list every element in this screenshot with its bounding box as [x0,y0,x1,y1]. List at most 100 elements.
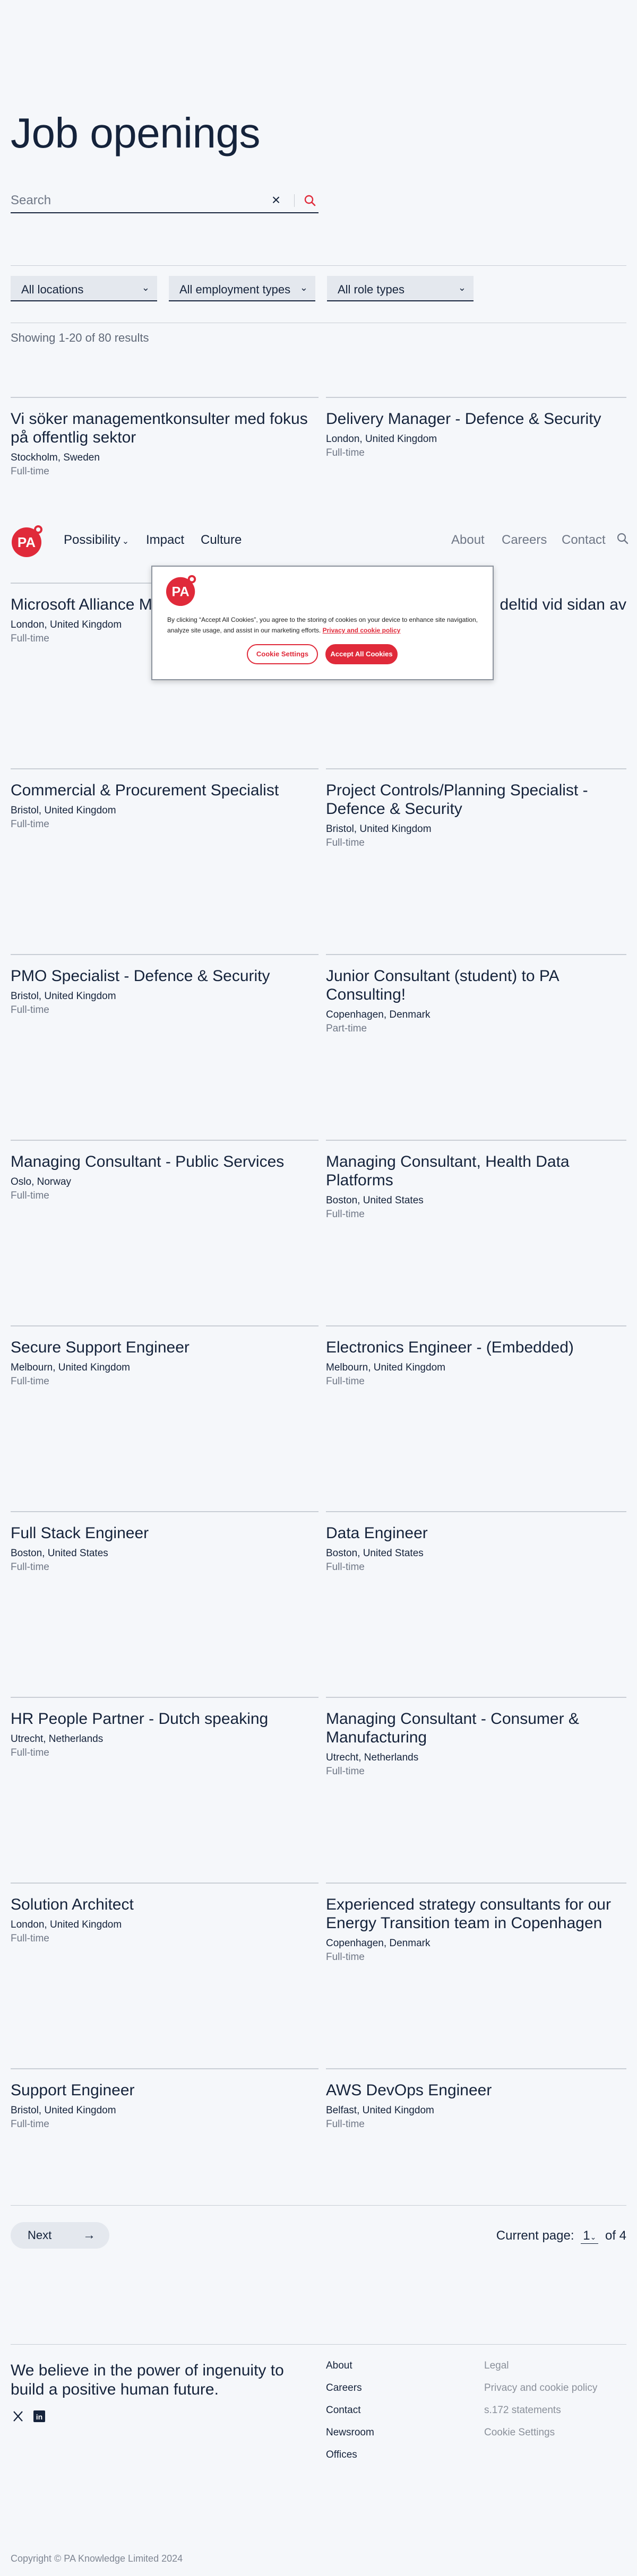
close-icon[interactable]: × [268,191,284,210]
job-location: Melbourn, United Kingdom [326,1362,445,1373]
page-select[interactable]: 1⌄ [581,2228,599,2244]
filter-label: All locations [21,283,84,296]
job-title: Delivery Manager - Defence & Security [326,410,601,428]
footer-link-about[interactable]: About [326,2355,374,2377]
accept-cookies-button[interactable]: Accept All Cookies [325,644,398,664]
job-location: Bristol, United Kingdom [11,805,116,816]
job-card[interactable]: HR People Partner - Dutch speaking Utrec… [11,1697,318,1759]
job-location: Utrecht, Netherlands [326,1752,419,1763]
linkedin-icon[interactable]: in [33,2410,47,2424]
job-location: Copenhagen, Denmark [326,1938,431,1949]
job-location: Utrecht, Netherlands [11,1733,104,1745]
footer-link-offices[interactable]: Offices [326,2444,374,2466]
job-card[interactable]: Electronics Engineer - (Embedded) Melbou… [326,1325,626,1387]
job-card[interactable]: Commercial & Procurement Specialist Bris… [11,768,318,830]
job-type: Full-time [11,1747,49,1758]
job-card[interactable]: Secure Support Engineer Melbourn, United… [11,1325,318,1387]
footer-link-s172[interactable]: s.172 statements [484,2399,597,2422]
job-type: Part-time [326,1023,367,1034]
site-header: PA Possibility ⌄ Impact Culture About Car… [0,519,637,561]
divider [11,2344,626,2345]
filter-employment-types[interactable]: All employment types ⌄ [169,276,315,301]
job-card[interactable]: AWS DevOps Engineer Belfast, United King… [326,2068,626,2130]
search-bar: × [11,191,318,213]
next-label: Next [28,2228,52,2242]
filter-role-types[interactable]: All role types ⌄ [327,276,474,301]
job-card[interactable]: Data Engineer Boston, United States Full… [326,1511,626,1573]
job-card[interactable]: Junior Consultant (student) to PA Consul… [326,954,626,1035]
job-card[interactable]: Delivery Manager - Defence & Security Lo… [326,397,626,459]
job-card[interactable]: Vi söker managementkonsulter med fokus p… [11,397,318,478]
job-type: Full-time [11,819,49,830]
x-icon[interactable] [12,2410,25,2424]
filter-locations[interactable]: All locations ⌄ [11,276,157,301]
job-card[interactable]: Experienced strategy consultants for our… [326,1883,626,1963]
job-card[interactable]: Solution Architect London, United Kingdo… [11,1883,318,1945]
footer-link-legal[interactable]: Legal [484,2355,597,2377]
job-title: Managing Consultant - Consumer & Manufac… [326,1710,579,1746]
page-number: 1 [583,2228,590,2243]
cookie-text: By clicking “Accept All Cookies”, you ag… [167,614,486,636]
job-location: Boston, United States [326,1548,424,1559]
chevron-down-icon: ⌄ [590,2233,597,2241]
search-icon[interactable] [616,532,630,549]
cookie-settings-button[interactable]: Cookie Settings [247,644,318,664]
job-type: Full-time [326,1951,365,1963]
footer-link-newsroom[interactable]: Newsroom [326,2422,374,2444]
divider [11,265,626,266]
job-type: Full-time [326,1376,365,1387]
search-input[interactable] [11,191,260,210]
job-title: Electronics Engineer - (Embedded) [326,1339,574,1356]
job-type: Full-time [11,1933,49,1944]
chevron-down-icon: ⌄ [122,537,130,546]
next-page-button[interactable]: Next → [11,2222,109,2249]
job-type: Full-time [326,2119,365,2130]
footer-links-main: About Careers Contact Newsroom Offices [326,2355,374,2466]
job-card[interactable]: Managing Consultant - Public Services Os… [11,1140,318,1202]
job-card[interactable]: PMO Specialist - Defence & Security Bris… [11,954,318,1016]
job-type: Full-time [11,466,49,477]
svg-text:PA: PA [172,585,190,600]
job-type: Full-time [326,837,365,848]
privacy-policy-link[interactable]: Privacy and cookie policy [323,627,401,634]
job-title: PMO Specialist - Defence & Security [11,967,270,985]
pa-logo[interactable]: PA [11,523,46,558]
cookie-dialog: PA By clicking “Accept All Cookies”, you… [151,566,494,680]
copyright: Copyright © PA Knowledge Limited 2024 [11,2553,183,2564]
footer-link-careers[interactable]: Careers [326,2377,374,2399]
job-location: London, United Kingdom [11,1919,122,1930]
job-title: Vi söker managementkonsulter med fokus p… [11,410,308,446]
job-type: Full-time [11,1562,49,1573]
nav-possibility[interactable]: Possibility ⌄ [64,533,129,548]
search-icon[interactable] [303,193,317,208]
page-title: Job openings [11,109,260,157]
job-title: Data Engineer [326,1524,428,1542]
job-title: AWS DevOps Engineer [326,2081,492,2099]
job-card[interactable]: Project Controls/Planning Specialist - D… [326,768,626,849]
pagination: Current page: 1⌄ of 4 [496,2228,626,2244]
job-card[interactable]: Managing Consultant - Consumer & Manufac… [326,1697,626,1777]
footer-links-legal: Legal Privacy and cookie policy s.172 st… [484,2355,597,2444]
filter-label: All role types [338,283,404,296]
results-count: Showing 1-20 of 80 results [11,331,149,344]
nav-about[interactable]: About [451,533,485,548]
nav-contact[interactable]: Contact [562,533,606,548]
nav-impact[interactable]: Impact [146,533,184,548]
job-card[interactable]: Full Stack Engineer Boston, United State… [11,1511,318,1573]
job-location: Stockholm, Sweden [11,452,100,463]
job-title: Experienced strategy consultants for our… [326,1896,611,1932]
job-type: Full-time [326,1209,365,1220]
footer-link-contact[interactable]: Contact [326,2399,374,2422]
nav-culture[interactable]: Culture [201,533,242,548]
footer-link-cookie-settings[interactable]: Cookie Settings [484,2422,597,2444]
job-title: Project Controls/Planning Specialist - D… [326,782,588,818]
chevron-down-icon: ⌄ [141,282,150,293]
job-title: Managing Consultant - Public Services [11,1153,285,1170]
nav-careers[interactable]: Careers [502,533,547,548]
chevron-down-icon: ⌄ [299,282,308,293]
job-location: Bristol, United Kingdom [326,823,432,835]
job-card[interactable]: Managing Consultant, Health Data Platfor… [326,1140,626,1220]
job-title: Junior Consultant (student) to PA Consul… [326,967,559,1003]
footer-link-privacy[interactable]: Privacy and cookie policy [484,2377,597,2399]
job-card[interactable]: Support Engineer Bristol, United Kingdom… [11,2068,318,2130]
